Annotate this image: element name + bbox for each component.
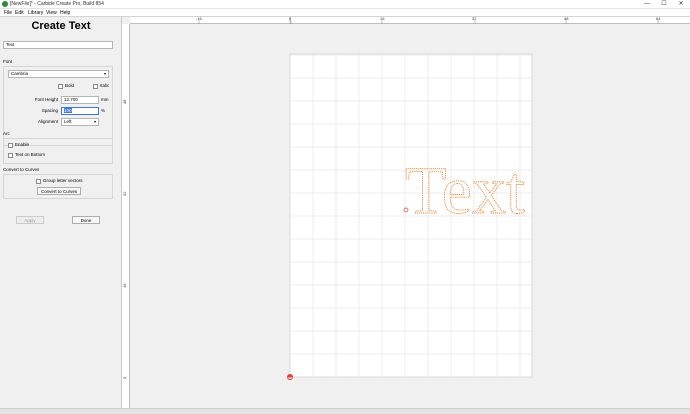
bold-label: Bold [65,83,75,88]
ruler-top-label: 16 [380,16,385,21]
window-title: [NewFile]* - Carbide Create Pro, Build 8… [10,1,104,7]
bold-checkbox[interactable] [58,84,63,89]
done-button[interactable]: Done [72,216,100,224]
enable-checkbox[interactable] [8,143,13,148]
group-letter-vectors-checkbox[interactable] [36,179,41,184]
ruler-top-label: 48 [564,16,569,21]
spacing-label: Spacing [41,108,58,113]
ruler-top-label: -16 [196,16,202,21]
font-select[interactable]: Cambria ▾ [8,70,109,78]
text-on-bottom-label: Text on Bottom [15,152,46,157]
convert-section-label: Convert to Curves [3,167,40,172]
origin-marker-icon [287,374,293,380]
canvas-drawing[interactable]: Text [122,24,690,408]
chevron-down-icon: ▾ [93,119,96,124]
arc-group: Enable Text on Bottom [3,138,113,164]
alignment-label: Alignment [37,119,58,124]
font-group: Cambria ▾ Bold Italic Font Height 12.700… [3,66,113,146]
maximize-button[interactable]: ☐ [657,0,671,9]
menu-library[interactable]: Library [28,10,43,16]
font-height-label: Font Height [34,97,58,102]
spacing-unit: % [101,108,106,113]
text-preview[interactable]: Text [405,152,526,229]
font-select-value: Cambria [11,71,29,76]
text-input[interactable]: Text [3,41,113,49]
title-bar: [NewFile]* - Carbide Create Pro, Build 8… [0,0,690,9]
text-on-bottom-checkbox[interactable] [8,153,13,158]
arc-section-label: Arc [3,131,10,136]
close-button[interactable]: ✕ [674,0,688,9]
font-height-input[interactable]: 12.700 [61,96,99,104]
ruler-top-label: 64 [656,16,661,21]
group-letter-vectors-label: Group letter vectors [43,178,83,183]
spacing-input[interactable]: 100 [61,107,99,115]
enable-label: Enable [15,142,30,147]
chevron-down-icon: ▾ [103,71,106,76]
status-bar [0,408,690,414]
italic-checkbox[interactable] [93,84,98,89]
alignment-select[interactable]: Left ▾ [61,118,99,126]
ruler-top-label: 32 [472,16,477,21]
top-ruler: -16 0 16 32 48 64 [130,17,690,24]
app-icon [2,1,8,7]
top-ruler-ticks [198,17,659,24]
menu-bar: File Edit Library View Help [0,9,690,17]
italic-label: Italic [100,83,110,88]
font-height-unit: mm [101,97,109,102]
spacing-value: 100 [64,108,72,113]
menu-view[interactable]: View [46,10,57,16]
panel-title: Create Text [31,20,91,32]
convert-to-curves-button[interactable]: Convert to Curves [37,187,81,195]
alignment-select-value: Left [64,119,72,124]
menu-help[interactable]: Help [60,10,70,16]
convert-group: Group letter vectors Convert to Curves [3,174,113,199]
minimize-button[interactable]: — [640,0,654,9]
menu-edit[interactable]: Edit [15,10,24,16]
ruler-top-label: 0 [289,16,292,21]
apply-button[interactable]: Apply [16,216,44,224]
font-section-label: Font [3,59,13,64]
create-text-panel: Create Text Text Font Cambria ▾ Bold Ita… [0,17,122,408]
menu-file[interactable]: File [4,10,12,16]
